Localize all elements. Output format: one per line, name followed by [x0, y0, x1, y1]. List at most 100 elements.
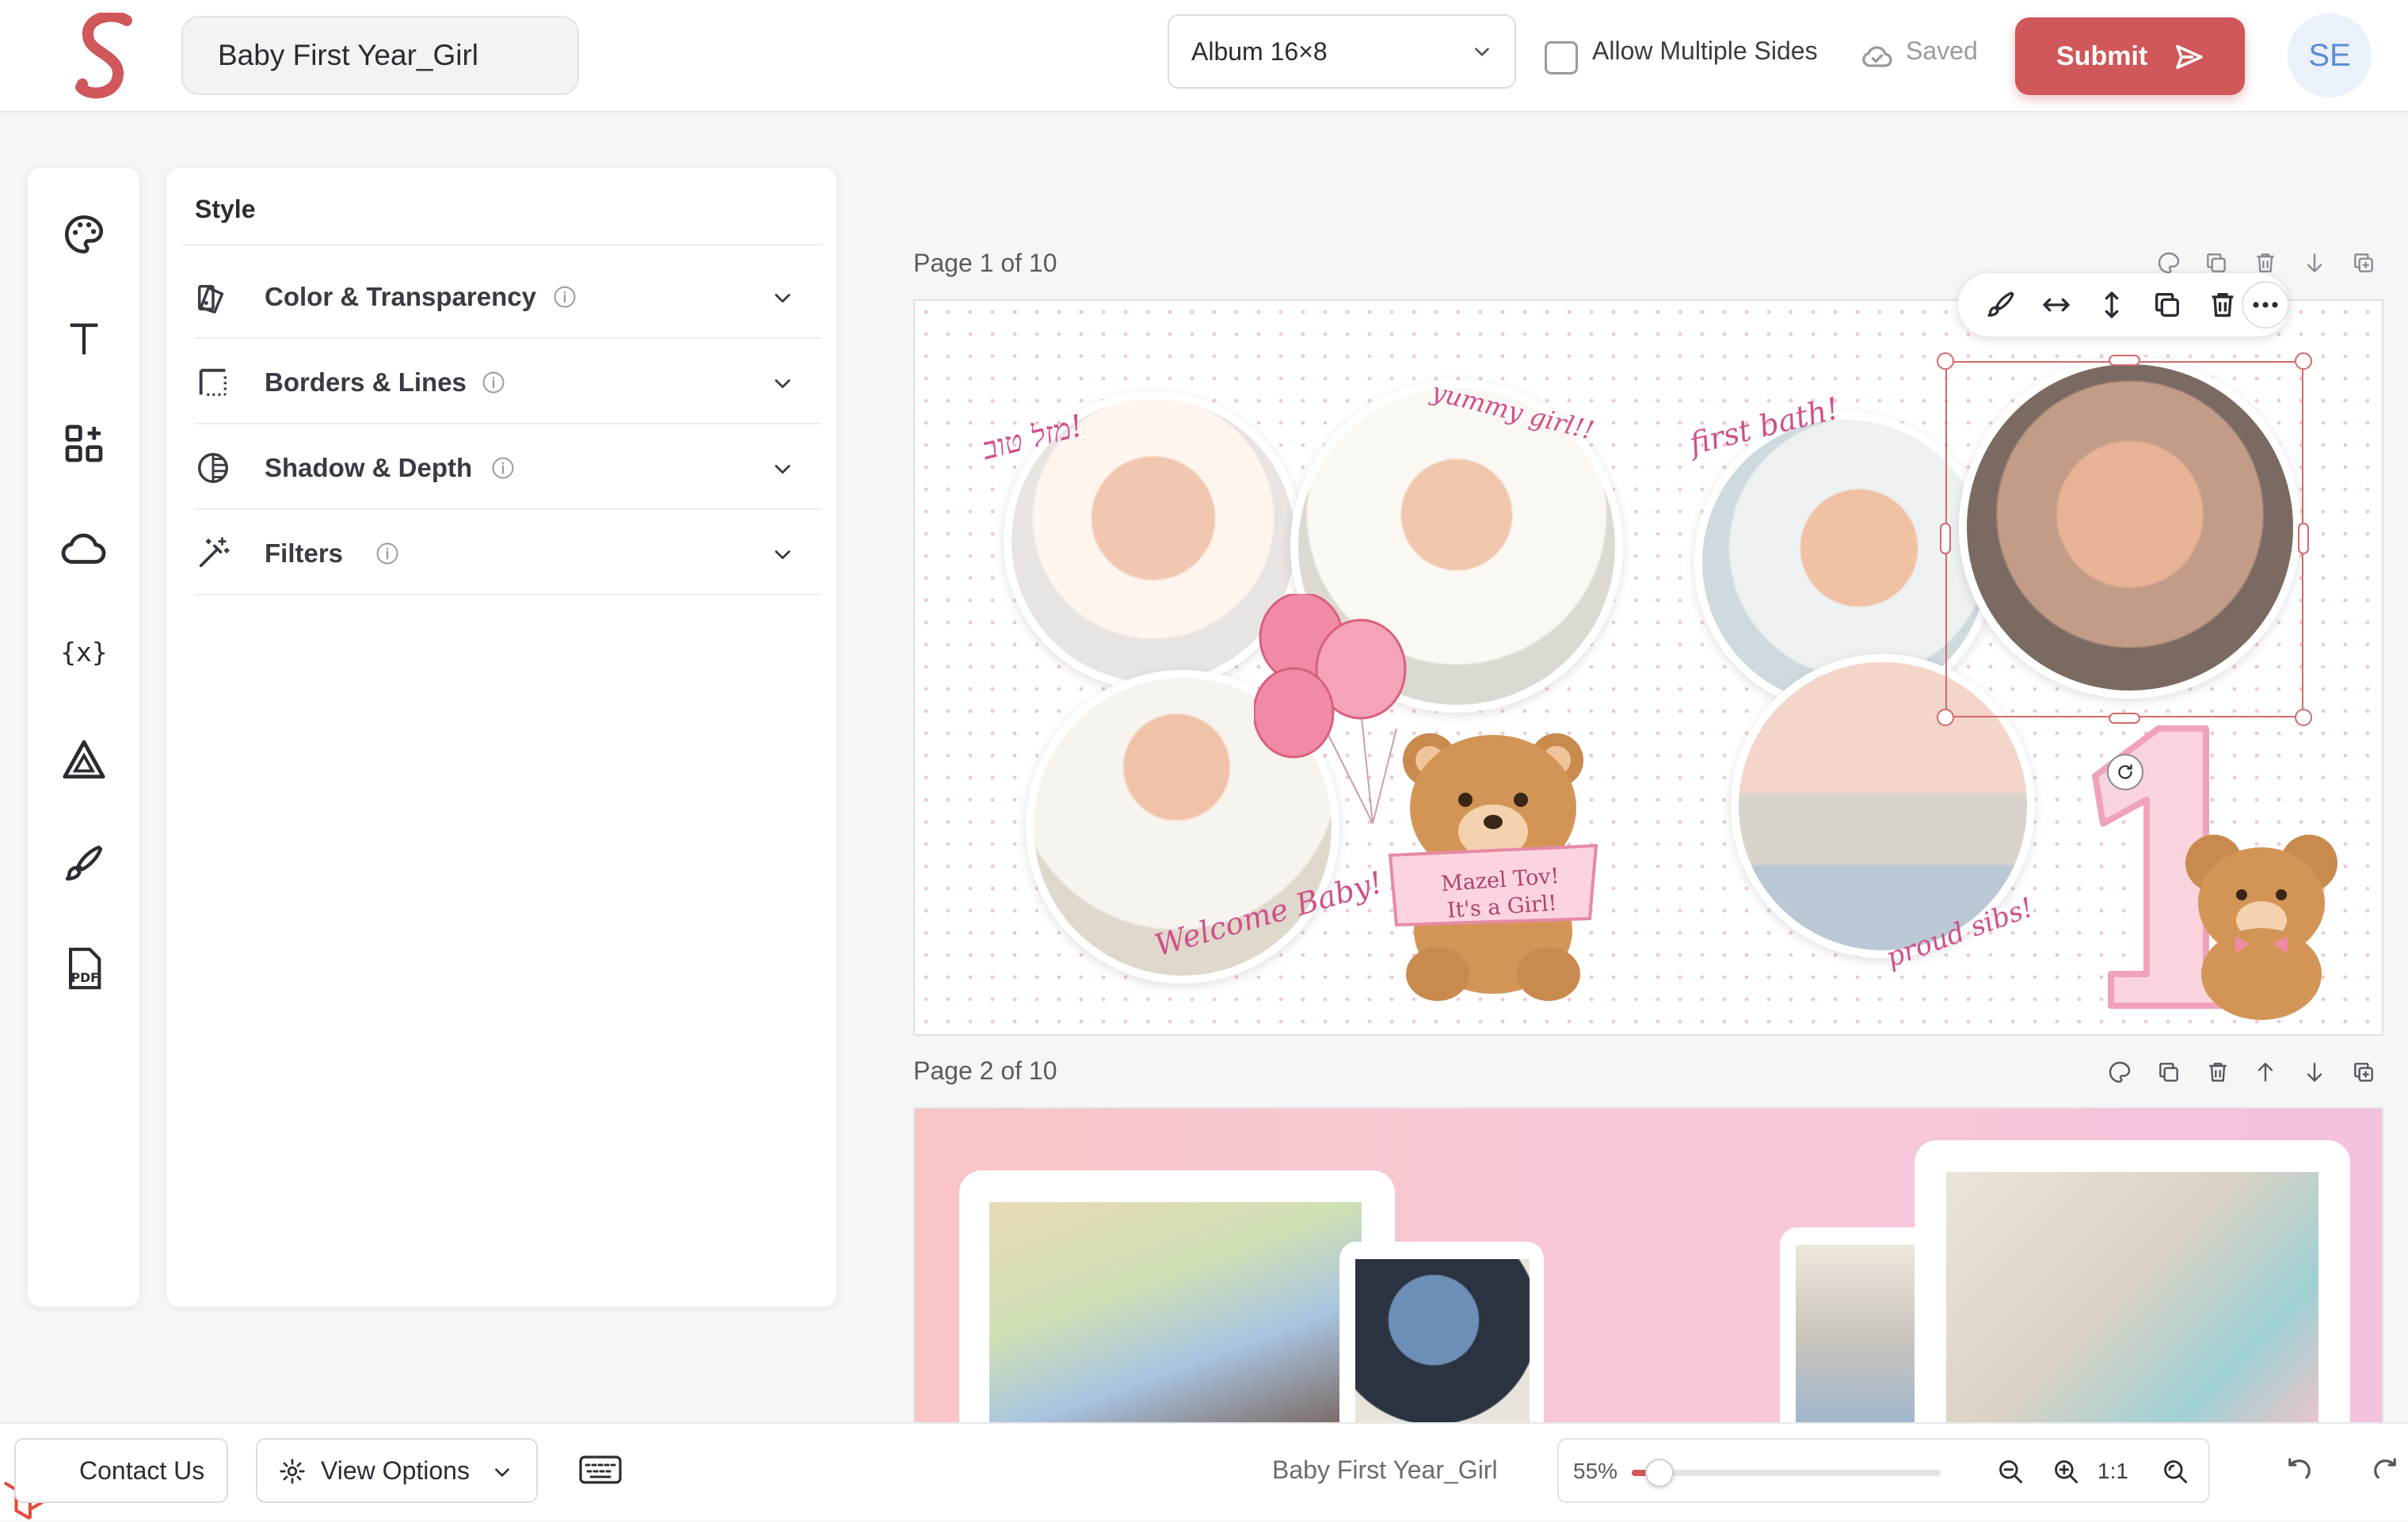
palette-icon[interactable]: [2102, 1055, 2137, 1090]
saved-status: Saved: [1906, 36, 1978, 65]
borders-icon: [195, 364, 231, 401]
shapes-icon[interactable]: [53, 729, 115, 790]
photo-crib-mobile[interactable]: [989, 1202, 1362, 1422]
contact-us-button[interactable]: Contact Us: [14, 1438, 228, 1503]
big-number-text: 1: [2119, 736, 2124, 745]
resize-handle-se[interactable]: [2295, 709, 2312, 726]
redo-icon[interactable]: [2368, 1454, 2402, 1487]
allow-multiple-sides-checkbox[interactable]: [1545, 41, 1578, 74]
zoom-out-icon[interactable]: [1996, 1457, 2026, 1487]
duplicate-page-icon[interactable]: [2151, 1055, 2186, 1090]
resize-handle-nw[interactable]: [1937, 352, 1954, 370]
resize-handle-ne[interactable]: [2295, 352, 2312, 370]
photo-frame[interactable]: [1915, 1140, 2350, 1422]
arrow-down-icon[interactable]: [2297, 245, 2332, 280]
view-options-button[interactable]: View Options: [256, 1438, 538, 1503]
submit-label: Submit: [2056, 41, 2148, 71]
zoom-slider-knob[interactable]: [1645, 1459, 1674, 1487]
arrow-down-icon[interactable]: [2297, 1055, 2332, 1090]
album-format-select[interactable]: Album 16×8: [1168, 14, 1516, 89]
document-title-input[interactable]: Baby First Year_Girl: [181, 16, 579, 95]
divider: [182, 244, 822, 245]
add-page-icon[interactable]: [2346, 1055, 2381, 1090]
info-icon[interactable]: [491, 456, 515, 480]
resize-handle-e[interactable]: [2298, 523, 2309, 554]
bottom-bar: Contact Us View Options Baby First Year_…: [0, 1422, 2408, 1520]
variables-icon[interactable]: {x}: [53, 622, 115, 683]
elements-icon[interactable]: [53, 413, 115, 474]
svg-text:{x}: {x}: [60, 637, 108, 668]
cloud-saved-icon: [1860, 40, 1895, 74]
cloud-icon[interactable]: [53, 517, 115, 579]
brush-icon[interactable]: [53, 833, 115, 895]
style-panel: Style Color & Transparency Borders & Lin…: [166, 168, 836, 1307]
photo-baby-bears[interactable]: [1946, 1172, 2318, 1422]
view-options-label: View Options: [321, 1456, 470, 1485]
tool-rail: {x} PDF: [28, 168, 139, 1307]
zoom-slider[interactable]: [1632, 1459, 1941, 1487]
accordion-label: Borders & Lines: [265, 367, 467, 397]
undo-icon[interactable]: [2283, 1454, 2316, 1487]
zoom-fit-icon[interactable]: [2161, 1457, 2191, 1487]
user-avatar[interactable]: SE: [2288, 13, 2372, 97]
resize-handle-s[interactable]: [2109, 713, 2140, 724]
accordion-label: Filters: [265, 538, 344, 568]
zoom-in-icon[interactable]: [2052, 1457, 2082, 1487]
send-icon: [2174, 41, 2205, 73]
resize-handle-w[interactable]: [1940, 523, 1951, 554]
chevron-down-icon: [492, 1462, 512, 1482]
app-logo-icon[interactable]: [65, 13, 141, 100]
resize-handle-sw[interactable]: [1937, 709, 1954, 726]
flip-horizontal-icon[interactable]: [2037, 286, 2075, 324]
accordion-filters[interactable]: Filters: [195, 512, 821, 595]
chevron-down-icon: [772, 458, 794, 480]
submit-button[interactable]: Submit: [2015, 17, 2245, 95]
contact-us-label: Contact Us: [79, 1456, 205, 1485]
svg-text:PDF: PDF: [71, 970, 99, 985]
accordion-label: Shadow & Depth: [265, 453, 473, 482]
photo-frame[interactable]: [959, 1170, 1395, 1422]
info-icon[interactable]: [553, 285, 577, 309]
photo-frame[interactable]: [1339, 1242, 1544, 1422]
accordion-borders-lines[interactable]: Borders & Lines: [195, 341, 821, 424]
more-options-icon[interactable]: [2242, 281, 2289, 329]
chevron-down-icon: [772, 372, 794, 394]
rotate-icon[interactable]: [2107, 754, 2143, 790]
keyboard-icon[interactable]: [578, 1454, 623, 1486]
panel-title: Style: [195, 195, 256, 223]
accordion-shadow-depth[interactable]: Shadow & Depth: [195, 426, 821, 510]
album-format-value: Album 16×8: [1191, 37, 1328, 66]
text-icon[interactable]: [53, 308, 115, 370]
selection-toolbar: [1958, 273, 2289, 337]
page-2-canvas[interactable]: [913, 1107, 2383, 1424]
page-1-label: Page 1 of 10: [913, 249, 1057, 277]
palette-icon[interactable]: [53, 204, 115, 265]
magic-wand-icon: [195, 535, 231, 572]
gear-icon: [278, 1457, 307, 1486]
photo-stroller[interactable]: [1355, 1259, 1530, 1422]
top-bar: Baby First Year_Girl Album 16×8 Allow Mu…: [0, 0, 2408, 112]
chevron-down-icon: [1472, 41, 1492, 62]
page-2-label: Page 2 of 10: [913, 1056, 1057, 1085]
accordion-label: Color & Transparency: [265, 282, 536, 311]
duplicate-icon[interactable]: [2148, 286, 2186, 324]
trash-icon[interactable]: [2200, 1055, 2235, 1090]
zoom-percent: 55%: [1573, 1459, 1618, 1483]
shadow-icon: [195, 450, 231, 486]
flip-vertical-icon[interactable]: [2093, 286, 2131, 324]
zoom-reset-button[interactable]: 1:1: [2097, 1459, 2128, 1484]
chevron-down-icon: [772, 287, 794, 309]
selection-box[interactable]: [1945, 361, 2303, 717]
resize-handle-n[interactable]: [2109, 355, 2140, 366]
footer-document-title: Baby First Year_Girl: [1272, 1455, 1498, 1484]
info-icon[interactable]: [375, 542, 399, 565]
accordion-color-transparency[interactable]: Color & Transparency: [195, 255, 821, 339]
arrow-up-icon[interactable]: [2248, 1055, 2283, 1090]
pdf-icon[interactable]: PDF: [53, 938, 115, 999]
style-brush-icon[interactable]: [1982, 286, 2020, 324]
add-page-icon[interactable]: [2346, 245, 2381, 280]
banner-text: Mazel Tov! It's a Girl!: [1420, 862, 1582, 927]
info-icon[interactable]: [482, 371, 505, 394]
trash-icon[interactable]: [2204, 286, 2242, 324]
allow-multiple-sides-label: Allow Multiple Sides: [1592, 36, 1818, 65]
